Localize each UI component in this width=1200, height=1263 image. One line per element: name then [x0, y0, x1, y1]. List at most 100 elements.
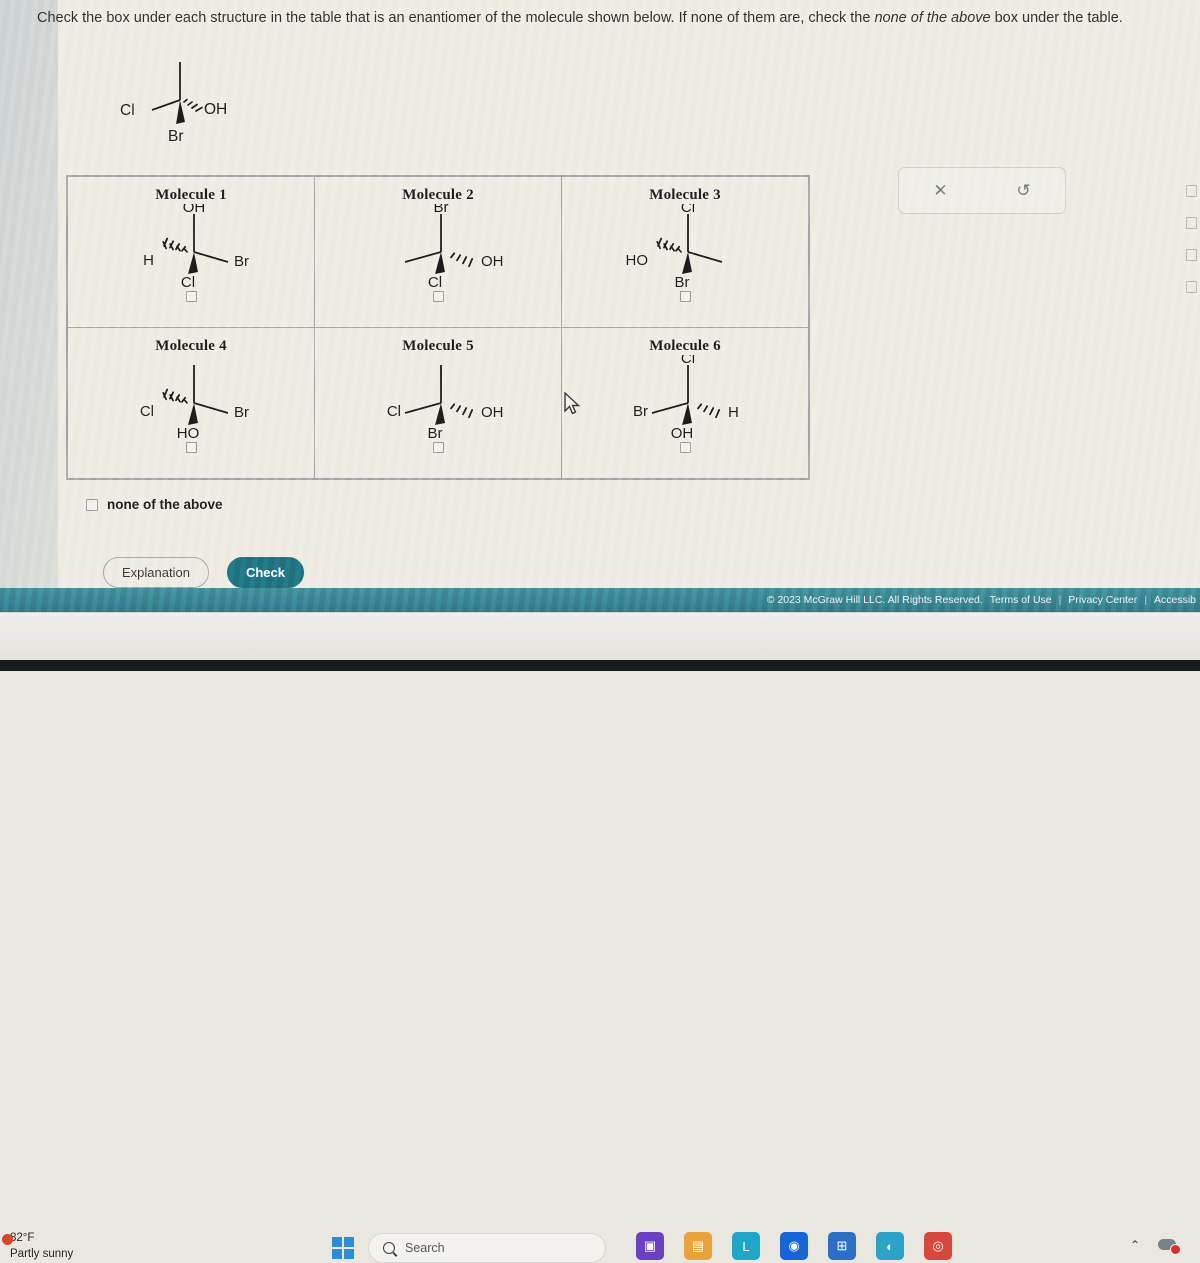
- none-of-the-above-checkbox[interactable]: [86, 498, 98, 511]
- rail-icon-1[interactable]: [1185, 185, 1197, 197]
- weather-description: Partly sunny: [10, 1247, 74, 1260]
- molecule-1-checkbox[interactable]: [185, 291, 197, 303]
- instruction-emphasis: none of the above: [874, 10, 991, 26]
- atom-label-left: Cl: [387, 403, 401, 420]
- atom-label-right: OH: [481, 404, 504, 421]
- taskbar-app-icons: ▣ ▤ L ◉ ⊞ ◐ ◎: [636, 1232, 952, 1260]
- molecule-3-checkbox-wrap[interactable]: [562, 288, 808, 313]
- molecule-6-title: Molecule 6: [649, 338, 721, 354]
- footer-separator-2: |: [1144, 594, 1147, 606]
- edge-icon[interactable]: ◐: [876, 1232, 904, 1260]
- windows-taskbar: 82°F Partly sunny Search ▣ ▤ L ◉ ⊞ ◐ ◎ ⌃: [0, 612, 1200, 1263]
- atom-label-down: OH: [671, 425, 694, 439]
- taskbar-weather-widget[interactable]: 82°F Partly sunny: [2, 1231, 74, 1262]
- cell-molecule-1: Molecule 1 OH H Br Cl: [67, 176, 315, 328]
- footer-bar: © 2023 McGraw Hill LLC. All Rights Reser…: [0, 588, 1200, 612]
- footer-privacy-center-link[interactable]: Privacy Center: [1068, 594, 1137, 606]
- clear-icon[interactable]: ✕: [933, 182, 947, 199]
- molecule-structure: Br OH Cl: [404, 204, 504, 288]
- reference-molecule: Cl OH Br: [80, 52, 280, 147]
- explanation-button[interactable]: Explanation: [103, 557, 209, 588]
- atom-label-left: HO: [626, 252, 649, 269]
- outlook-icon[interactable]: ◉: [780, 1232, 808, 1260]
- cell-molecule-6: Molecule 6 Cl Br H OH: [561, 327, 809, 479]
- atom-label-down: Br: [675, 274, 690, 288]
- molecule-structure: Cl HO Br: [626, 204, 723, 288]
- table-row: Molecule 4 Cl Br HO Molecule 5 Cl OH Br Molecule…: [67, 327, 809, 479]
- molecule-4-checkbox-wrap[interactable]: [68, 439, 314, 464]
- weather-icon: [2, 1234, 13, 1245]
- molecule-1-structure: OH H Br Cl: [68, 204, 314, 288]
- rail-icon-3[interactable]: [1185, 249, 1197, 261]
- molecule-6-checkbox-wrap[interactable]: [562, 439, 808, 464]
- atom-label-down: Cl: [428, 274, 442, 288]
- atom-label-left: H: [143, 252, 154, 269]
- atom-label-right: Br: [234, 253, 249, 270]
- footer-separator-1: |: [1058, 594, 1062, 606]
- lockdown-browser-icon[interactable]: L: [732, 1232, 760, 1260]
- ref-atom-left: Cl: [120, 102, 135, 119]
- right-side-rail: [1182, 185, 1200, 355]
- instruction-part-1: Check the box under each structure in th…: [37, 10, 875, 26]
- molecule-2-checkbox-wrap[interactable]: [315, 288, 561, 313]
- atom-label-up: Br: [434, 204, 449, 216]
- notification-badge-icon[interactable]: [1158, 1237, 1182, 1255]
- windows-start-icon[interactable]: [332, 1237, 354, 1259]
- none-of-the-above-row[interactable]: none of the above: [86, 497, 223, 512]
- molecule-structure: OH H Br Cl: [143, 204, 249, 288]
- ref-atom-down: Br: [168, 128, 184, 145]
- footer-accessibility-link[interactable]: Accessib: [1154, 594, 1196, 606]
- microsoft-store-icon[interactable]: ⊞: [828, 1232, 856, 1260]
- file-explorer-icon[interactable]: ▤: [684, 1232, 712, 1260]
- atom-label-up: Cl: [681, 355, 695, 367]
- action-button-row: Explanation Check: [103, 557, 304, 588]
- cell-molecule-5: Molecule 5 Cl OH Br: [314, 327, 562, 479]
- instruction-part-2: box under the table.: [990, 10, 1123, 26]
- molecule-2-checkbox[interactable]: [432, 291, 444, 303]
- molecule-3-title: Molecule 3: [649, 187, 721, 203]
- cell-molecule-4: Molecule 4 Cl Br HO: [67, 327, 315, 479]
- taskbar-search-placeholder: Search: [405, 1241, 445, 1255]
- footer-copyright: © 2023 McGraw Hill LLC. All Rights Reser…: [766, 594, 983, 606]
- tool-palette: ✕ ↺: [898, 167, 1066, 214]
- taskbar-search-box[interactable]: Search: [368, 1233, 606, 1263]
- molecule-6-structure: Cl Br H OH: [562, 355, 808, 439]
- page-left-margin: [0, 0, 58, 612]
- molecule-structure: Cl OH Br: [387, 365, 504, 439]
- check-button[interactable]: Check: [226, 557, 304, 588]
- rail-icon-4[interactable]: [1185, 281, 1197, 293]
- atom-label-down: Br: [428, 425, 443, 439]
- molecule-1-checkbox-wrap[interactable]: [68, 288, 314, 313]
- molecule-3-structure: Cl HO Br: [562, 204, 808, 288]
- molecule-structure: Cl Br HO: [140, 365, 249, 439]
- atom-label-up: OH: [183, 204, 206, 216]
- atom-label-down: Cl: [181, 274, 195, 288]
- molecule-4-structure: Cl Br HO: [68, 355, 314, 439]
- atom-label-right: Br: [234, 404, 249, 421]
- atom-label-right: OH: [481, 253, 504, 270]
- browser-screen: Check the box under each structure in th…: [0, 0, 1200, 612]
- molecule-4-title: Molecule 4: [155, 338, 227, 354]
- rail-icon-2[interactable]: [1185, 217, 1197, 229]
- mouse-cursor: [564, 392, 581, 415]
- weather-temperature: 82°F: [10, 1232, 35, 1244]
- cell-molecule-3: Molecule 3 Cl HO Br: [561, 176, 809, 328]
- taskbar-center-group: Search: [332, 1233, 606, 1263]
- molecule-3-checkbox[interactable]: [679, 291, 691, 303]
- reference-molecule-svg: Cl OH Br: [120, 62, 227, 145]
- molecule-1-title: Molecule 1: [155, 187, 227, 203]
- molecule-5-checkbox[interactable]: [432, 442, 444, 454]
- table-row: Molecule 1 OH H Br Cl Molecule 2 Br OH Cl Molecul…: [67, 176, 809, 328]
- chrome-icon[interactable]: ◎: [924, 1232, 952, 1260]
- atom-label-left: Br: [633, 403, 648, 420]
- molecule-4-checkbox[interactable]: [185, 442, 197, 454]
- molecule-6-checkbox[interactable]: [679, 442, 691, 454]
- taskbar-system-tray: ⌃: [1130, 1237, 1182, 1255]
- meet-icon[interactable]: ▣: [636, 1232, 664, 1260]
- footer-terms-of-use-link[interactable]: Terms of Use: [990, 594, 1052, 606]
- atom-label-up: Cl: [681, 204, 695, 216]
- reset-icon[interactable]: ↺: [1016, 182, 1030, 199]
- molecule-5-structure: Cl OH Br: [315, 355, 561, 439]
- molecule-5-checkbox-wrap[interactable]: [315, 439, 561, 464]
- chevron-up-icon[interactable]: ⌃: [1130, 1238, 1140, 1252]
